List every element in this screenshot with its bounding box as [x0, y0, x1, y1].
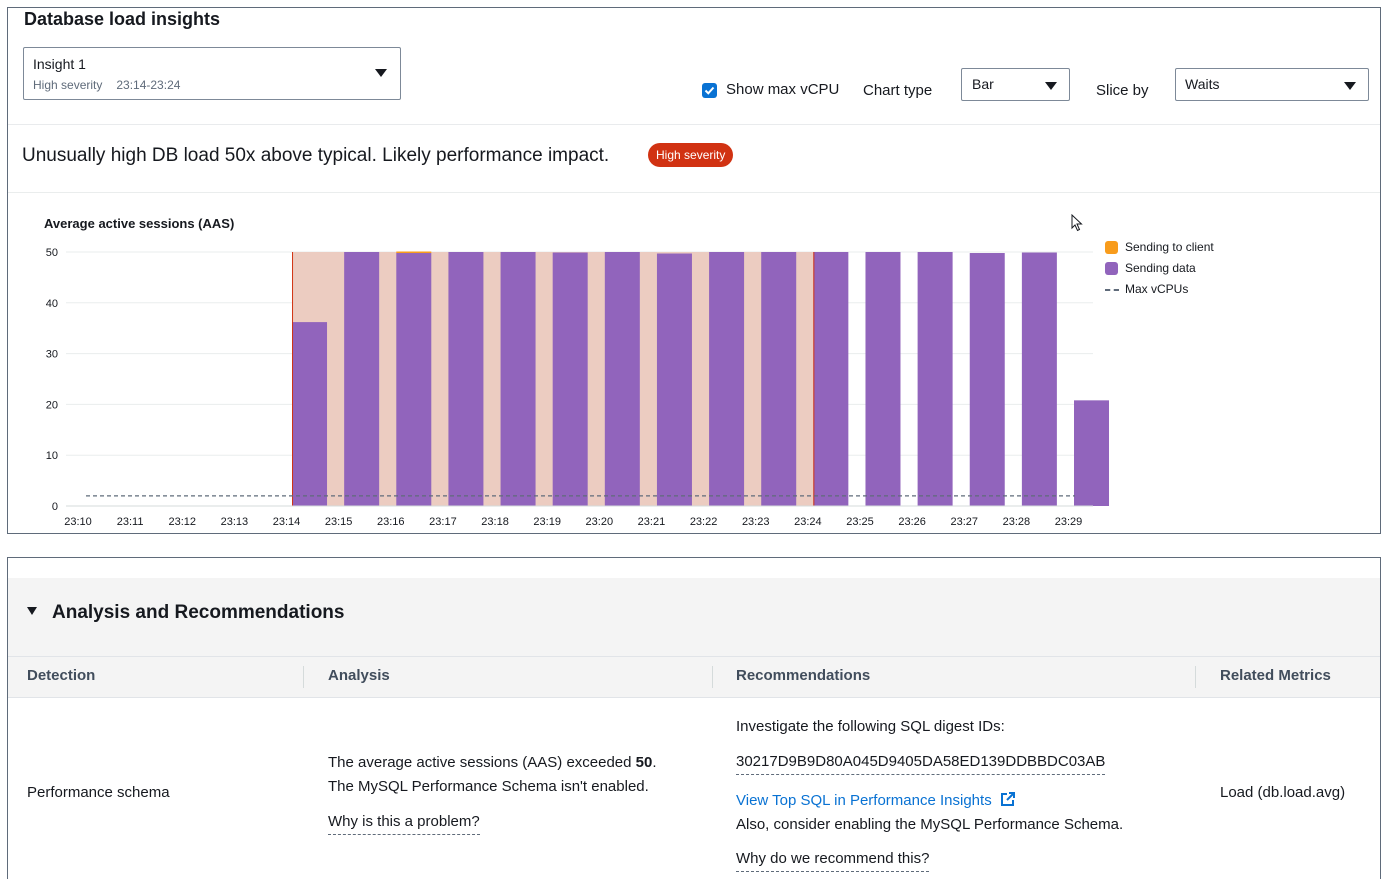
bar-sending-data	[292, 322, 328, 506]
x-tick-label: 23:15	[325, 516, 353, 528]
bar-sending-data	[344, 252, 380, 506]
view-top-sql-link[interactable]: View Top SQL in Performance Insights	[736, 792, 992, 809]
bar-sending-data	[500, 252, 536, 506]
bar-sending-data	[448, 252, 484, 506]
legend-swatch-sending-to-client	[1105, 241, 1118, 254]
analysis-why-wrapper: Why is this a problem?	[328, 813, 480, 835]
legend-label: Sending data	[1125, 261, 1196, 275]
external-link-icon[interactable]	[1000, 791, 1016, 807]
bar-sending-data	[813, 252, 849, 506]
y-tick-label: 0	[52, 501, 58, 513]
column-header-recommendations: Recommendations	[736, 667, 871, 684]
y-tick-label: 10	[46, 450, 58, 462]
bar-sending-data	[709, 252, 745, 506]
bar-sending-data	[761, 252, 797, 506]
section-header[interactable]: Analysis and Recommendations	[8, 578, 1380, 656]
analysis-line-2: The MySQL Performance Schema isn't enabl…	[328, 778, 649, 795]
recommendation-intro: Investigate the following SQL digest IDs…	[736, 718, 1005, 735]
mouse-cursor-icon	[1071, 214, 1083, 232]
bar-sending-data	[917, 252, 953, 506]
digest-id-wrapper: 30217D9B9D80A045D9405DA58ED139DDBBDC03AB	[736, 753, 1106, 775]
bar-sending-to-client	[396, 251, 432, 254]
legend-label: Max vCPUs	[1125, 282, 1189, 296]
column-header-analysis: Analysis	[328, 667, 390, 684]
x-tick-label: 23:27	[950, 516, 978, 528]
legend-dash-max-vcpus	[1105, 289, 1119, 291]
column-separator	[712, 666, 713, 688]
x-tick-label: 23:13	[221, 516, 249, 528]
view-top-sql-wrapper: View Top SQL in Performance Insights	[736, 791, 1016, 809]
sql-digest-id[interactable]: 30217D9B9D80A045D9405DA58ED139DDBBDC03AB	[736, 753, 1106, 775]
y-tick-label: 40	[46, 298, 58, 310]
analysis-value: 50	[635, 754, 653, 771]
x-tick-label: 23:29	[1055, 516, 1083, 528]
x-tick-label: 23:22	[690, 516, 718, 528]
database-load-insights-panel: Database load insights Insight 1 High se…	[7, 7, 1381, 534]
column-header-detection: Detection	[27, 667, 96, 684]
x-tick-label: 23:12	[168, 516, 196, 528]
table-header: Detection Analysis Recommendations Relat…	[8, 656, 1380, 698]
x-tick-label: 23:28	[1003, 516, 1031, 528]
caret-down-icon[interactable]	[27, 607, 37, 615]
x-tick-label: 23:17	[429, 516, 457, 528]
analysis-text: The average active sessions (AAS) exceed…	[328, 754, 636, 771]
column-header-related-metrics: Related Metrics	[1220, 667, 1331, 684]
detection-cell: Performance schema	[27, 784, 170, 801]
why-do-we-recommend-link[interactable]: Why do we recommend this?	[736, 850, 930, 872]
x-tick-label: 23:18	[481, 516, 509, 528]
x-tick-label: 23:26	[898, 516, 926, 528]
rec-why-wrapper: Why do we recommend this?	[736, 850, 930, 872]
column-separator	[1195, 666, 1196, 688]
bar-sending-data	[865, 252, 901, 506]
column-separator	[303, 666, 304, 688]
legend-label: Sending to client	[1125, 240, 1214, 254]
y-tick-label: 50	[46, 247, 58, 259]
bar-sending-data	[552, 252, 588, 506]
x-tick-label: 23:24	[794, 516, 822, 528]
x-tick-label: 23:21	[638, 516, 666, 528]
x-tick-label: 23:23	[742, 516, 770, 528]
x-tick-label: 23:11	[117, 516, 144, 528]
bar-sending-data	[396, 253, 432, 506]
section-title[interactable]: Analysis and Recommendations	[52, 602, 344, 624]
analysis-period: .	[652, 754, 657, 771]
bar-sending-data	[969, 253, 1005, 506]
bar-sending-data	[1074, 400, 1110, 506]
x-tick-label: 23:14	[273, 516, 301, 528]
y-tick-label: 20	[46, 399, 58, 411]
x-tick-label: 23:16	[377, 516, 405, 528]
x-tick-label: 23:19	[533, 516, 561, 528]
x-tick-label: 23:10	[64, 516, 92, 528]
why-is-this-a-problem-link[interactable]: Why is this a problem?	[328, 813, 480, 835]
analysis-recommendations-panel: Analysis and Recommendations Detection A…	[7, 557, 1381, 879]
recommendation-also: Also, consider enabling the MySQL Perfor…	[736, 816, 1124, 833]
legend-swatch-sending-data	[1105, 262, 1118, 275]
y-tick-label: 30	[46, 349, 58, 361]
bar-sending-data	[1021, 252, 1057, 506]
bar-sending-data	[656, 253, 692, 506]
analysis-line-1: The average active sessions (AAS) exceed…	[328, 754, 657, 771]
related-metric: Load (db.load.avg)	[1220, 784, 1346, 801]
x-tick-label: 23:20	[586, 516, 614, 528]
x-tick-label: 23:25	[846, 516, 874, 528]
bar-sending-data	[604, 252, 640, 506]
